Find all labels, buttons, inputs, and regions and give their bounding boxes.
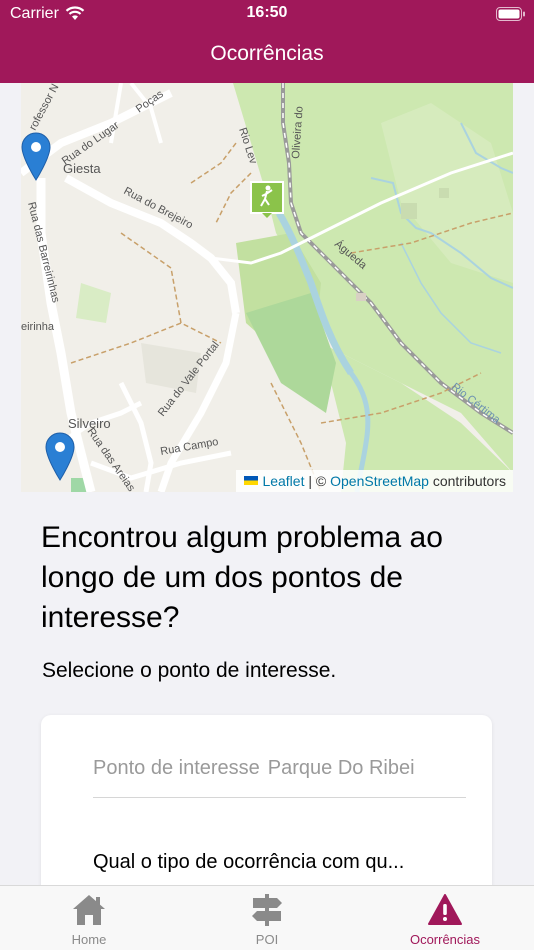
tab-home[interactable]: Home <box>0 886 178 950</box>
app-header: Carrier 16:50 Ocorrências <box>0 0 534 83</box>
map-tiles: rofessor N Rua do Lugar Poças Rua do Bre… <box>21 83 513 492</box>
map-view[interactable]: rofessor N Rua do Lugar Poças Rua do Bre… <box>21 83 513 492</box>
status-bar: Carrier 16:50 <box>0 0 534 30</box>
tab-poi[interactable]: POI <box>178 886 356 950</box>
map-attribution: Leaflet | © OpenStreetMap contributors <box>236 470 513 492</box>
tab-poi-label: POI <box>255 932 279 947</box>
leaflet-link[interactable]: Leaflet <box>262 473 304 489</box>
ukraine-flag-icon <box>244 476 259 485</box>
attribution-separator: | © <box>308 473 327 489</box>
tab-bar: Home POI Ocorrências <box>0 885 534 950</box>
location-marker-icon[interactable] <box>21 132 52 182</box>
map-label-leirinha: eirinha <box>21 321 55 333</box>
poi-field-label: Ponto de interesse <box>93 757 260 779</box>
home-icon <box>73 895 105 925</box>
question-heading: Encontrou algum problema ao longo de um … <box>41 521 443 634</box>
map-label-silveiro: Silveiro <box>68 416 111 431</box>
attribution-contributors: contributors <box>432 473 506 489</box>
battery-icon <box>496 7 525 21</box>
location-marker-icon[interactable] <box>44 432 76 482</box>
poi-select-field[interactable]: Ponto de interesse Parque Do Ribei <box>93 757 466 798</box>
openstreetmap-link[interactable]: OpenStreetMap <box>330 473 429 489</box>
tab-home-label: Home <box>71 932 107 947</box>
tab-ocorrencias[interactable]: Ocorrências <box>356 886 534 950</box>
warning-icon <box>428 894 462 925</box>
status-time: 16:50 <box>246 4 288 21</box>
map-label-giesta: Giesta <box>63 161 101 176</box>
instruction-text: Selecione o ponto de interesse. <box>42 659 337 682</box>
poi-marker-icon[interactable] <box>250 181 284 218</box>
signpost-icon <box>252 894 282 926</box>
poi-field-value: Parque Do Ribei <box>267 757 415 779</box>
page-title: Ocorrências <box>210 42 324 65</box>
tab-ocorrencias-label: Ocorrências <box>409 932 481 947</box>
occurrence-type-select[interactable]: Qual o tipo de ocorrência com qu... <box>93 851 404 874</box>
